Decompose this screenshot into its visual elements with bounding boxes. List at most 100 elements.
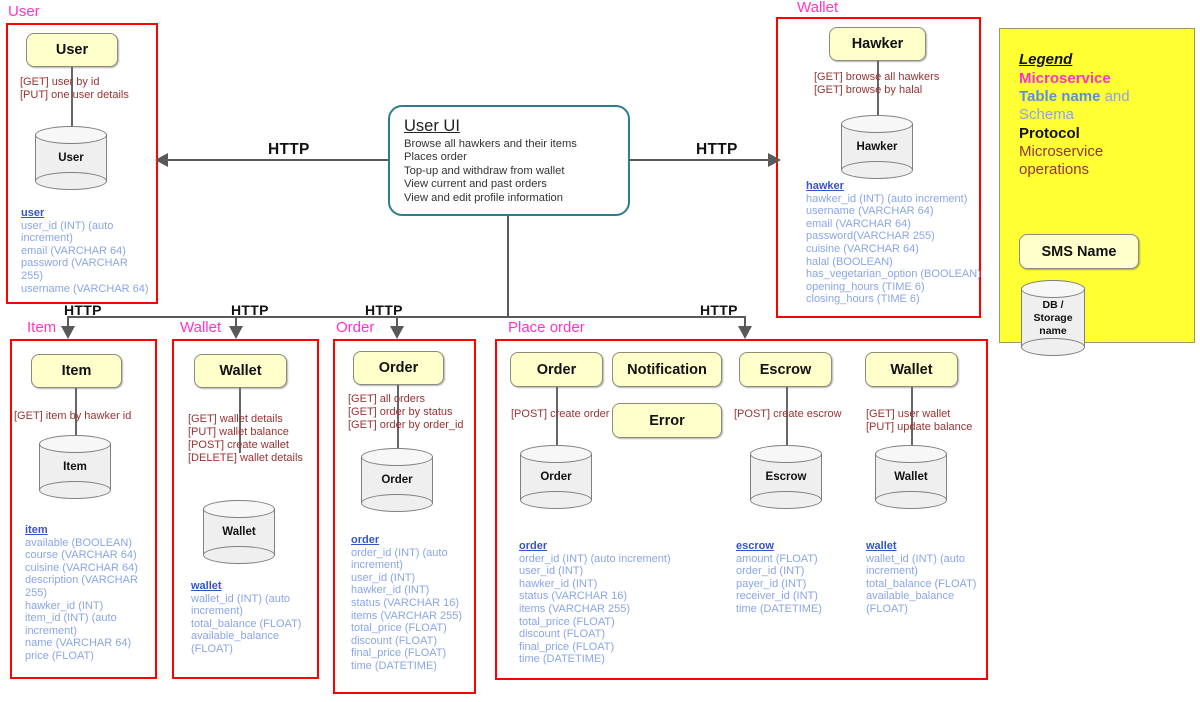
protocol-label-item: HTTP bbox=[64, 302, 102, 318]
service-box-order[interactable]: Order bbox=[353, 351, 444, 385]
schema-column: hawker_id (INT) (auto increment) bbox=[806, 192, 968, 205]
user-ui-content: User UI Browse all hawkers and their ite… bbox=[404, 117, 577, 205]
operations-user: [GET] user by id [PUT] one user details bbox=[20, 76, 129, 102]
db-label: Escrow bbox=[765, 470, 807, 483]
legend-panel: Legend Microservice Table name and Schem… bbox=[999, 28, 1195, 356]
legend-db-line: DB / bbox=[1042, 298, 1064, 311]
schema-column: payer_id (INT) bbox=[736, 577, 807, 590]
operation-line: [PUT] update balance bbox=[866, 421, 973, 433]
schema-column: time (DATETIME) bbox=[736, 602, 822, 615]
db-label: Wallet bbox=[894, 470, 928, 483]
legend-schema: Schema bbox=[1019, 106, 1075, 123]
db-label: User bbox=[58, 151, 84, 164]
operation-line: [POST] create wallet bbox=[188, 439, 289, 451]
service-box-escrow[interactable]: Escrow bbox=[739, 352, 832, 387]
operations-order: [GET] all orders [GET] order by status [… bbox=[348, 393, 464, 432]
legend-db-line: Storage bbox=[1033, 311, 1073, 324]
service-box-notification[interactable]: Notification bbox=[612, 352, 722, 387]
schema-column: wallet_id (INT) (auto bbox=[191, 592, 291, 605]
bus-line-bottom bbox=[68, 316, 746, 319]
schema-column: increment) bbox=[21, 232, 73, 245]
arrow-left-to-user bbox=[155, 153, 168, 167]
schema-column: opening_hours (TIME 6) bbox=[806, 280, 925, 293]
schema-column: total_price (FLOAT) bbox=[519, 615, 615, 628]
connector-ui-down bbox=[507, 216, 510, 318]
schema-table-name: escrow bbox=[736, 540, 774, 552]
schema-column: has_vegetarian_option (BOOLEAN) bbox=[806, 268, 981, 281]
operations-wallet: [GET] wallet details [PUT] wallet balanc… bbox=[188, 413, 303, 465]
schema-column: email (VARCHAR 64) bbox=[21, 244, 126, 257]
schema-column: time (DATETIME) bbox=[519, 653, 605, 666]
user-ui-line: Browse all hawkers and their items bbox=[404, 138, 577, 150]
schema-column: final_price (FLOAT) bbox=[351, 647, 447, 660]
schema-column: password (VARCHAR bbox=[21, 257, 128, 270]
schema-column: increment) bbox=[191, 605, 243, 618]
db-label: Hawker bbox=[856, 140, 898, 153]
schema-user: user user_id (INT) (auto increment) emai… bbox=[21, 207, 161, 295]
schema-column: time (DATETIME) bbox=[351, 659, 437, 672]
schema-column: hawker_id (INT) bbox=[25, 599, 104, 612]
protocol-label-order: HTTP bbox=[365, 302, 403, 318]
group-label-wallet: Wallet bbox=[180, 319, 222, 336]
operations-item: [GET] item by hawker id bbox=[14, 410, 131, 423]
protocol-label-left: HTTP bbox=[268, 141, 310, 158]
service-box-wallet[interactable]: Wallet bbox=[194, 354, 287, 388]
schema-column: available_balance bbox=[866, 590, 955, 603]
protocol-label-wallet: HTTP bbox=[231, 302, 269, 318]
operations-place-order-wallet: [GET] user wallet [PUT] update balance bbox=[866, 408, 972, 434]
arrow-down-item bbox=[61, 326, 75, 339]
operations-hawker: [GET] browse all hawkers [GET] browse by… bbox=[814, 71, 939, 97]
db-cylinder-wallet: Wallet bbox=[203, 500, 275, 564]
schema-column: description (VARCHAR bbox=[25, 574, 138, 587]
operation-line: [POST] create escrow bbox=[734, 408, 842, 420]
schema-table-name: wallet bbox=[191, 580, 222, 592]
schema-column: discount (FLOAT) bbox=[351, 634, 437, 647]
user-ui-line: View and edit profile information bbox=[404, 191, 563, 204]
schema-escrow: escrow amount (FLOAT) order_id (INT) pay… bbox=[736, 540, 866, 616]
db-cylinder-place-order-order: Order bbox=[520, 445, 592, 509]
operations-place-order-order: [POST] create order bbox=[511, 408, 609, 421]
connector-ui-to-hawker bbox=[629, 159, 769, 162]
schema-column: available_balance bbox=[191, 630, 280, 643]
operations-escrow: [POST] create escrow bbox=[734, 408, 842, 421]
arrow-down-order bbox=[390, 326, 404, 339]
schema-column: email (VARCHAR 64) bbox=[806, 217, 911, 230]
service-box-place-order-order[interactable]: Order bbox=[510, 352, 603, 387]
schema-column: closing_hours (TIME 6) bbox=[806, 293, 920, 306]
user-ui-box[interactable]: User UI Browse all hawkers and their ite… bbox=[388, 105, 630, 216]
schema-column: 255) bbox=[25, 586, 48, 599]
legend-sms-box: SMS Name bbox=[1019, 234, 1139, 269]
schema-column: increment) bbox=[866, 565, 918, 578]
operation-line: [GET] item by hawker id bbox=[14, 410, 132, 422]
schema-order: order order_id (INT) (auto increment) us… bbox=[351, 534, 481, 673]
group-label-hawker: Wallet bbox=[797, 0, 839, 16]
schema-place-order-order: order order_id (INT) (auto increment) us… bbox=[519, 540, 719, 666]
db-label: Order bbox=[381, 473, 413, 486]
schema-column: halal (BOOLEAN) bbox=[806, 255, 893, 268]
group-label-item: Item bbox=[27, 319, 57, 336]
group-label-place-order: Place order bbox=[508, 319, 585, 336]
db-label: Item bbox=[63, 460, 87, 473]
operation-line: [GET] browse by halal bbox=[814, 84, 923, 96]
schema-column: total_balance (FLOAT) bbox=[866, 577, 977, 590]
connector-ui-to-user bbox=[165, 159, 389, 162]
db-cylinder-order: Order bbox=[361, 448, 433, 512]
legend-operations-line: Microservice bbox=[1019, 143, 1104, 160]
service-box-error[interactable]: Error bbox=[612, 403, 722, 438]
schema-column: receiver_id (INT) bbox=[736, 590, 818, 603]
legend-db-label: DB / Storage name bbox=[1021, 280, 1085, 356]
legend-db-line: name bbox=[1039, 324, 1067, 337]
service-box-item[interactable]: Item bbox=[31, 354, 122, 388]
legend-operations-line: operations bbox=[1019, 161, 1090, 178]
db-label: Wallet bbox=[222, 525, 256, 538]
operation-line: [GET] user by id bbox=[20, 76, 100, 88]
legend-table-name: Table name bbox=[1019, 88, 1101, 105]
schema-column: cuisine (VARCHAR 64) bbox=[806, 242, 919, 255]
schema-table-name: user bbox=[21, 207, 45, 219]
schema-column: increment) bbox=[351, 559, 403, 572]
schema-table-name: order bbox=[519, 540, 548, 552]
service-box-place-order-wallet[interactable]: Wallet bbox=[865, 352, 958, 387]
service-box-user[interactable]: User bbox=[26, 33, 118, 67]
service-box-hawker[interactable]: Hawker bbox=[829, 27, 926, 61]
schema-column: status (VARCHAR 16) bbox=[351, 596, 459, 609]
